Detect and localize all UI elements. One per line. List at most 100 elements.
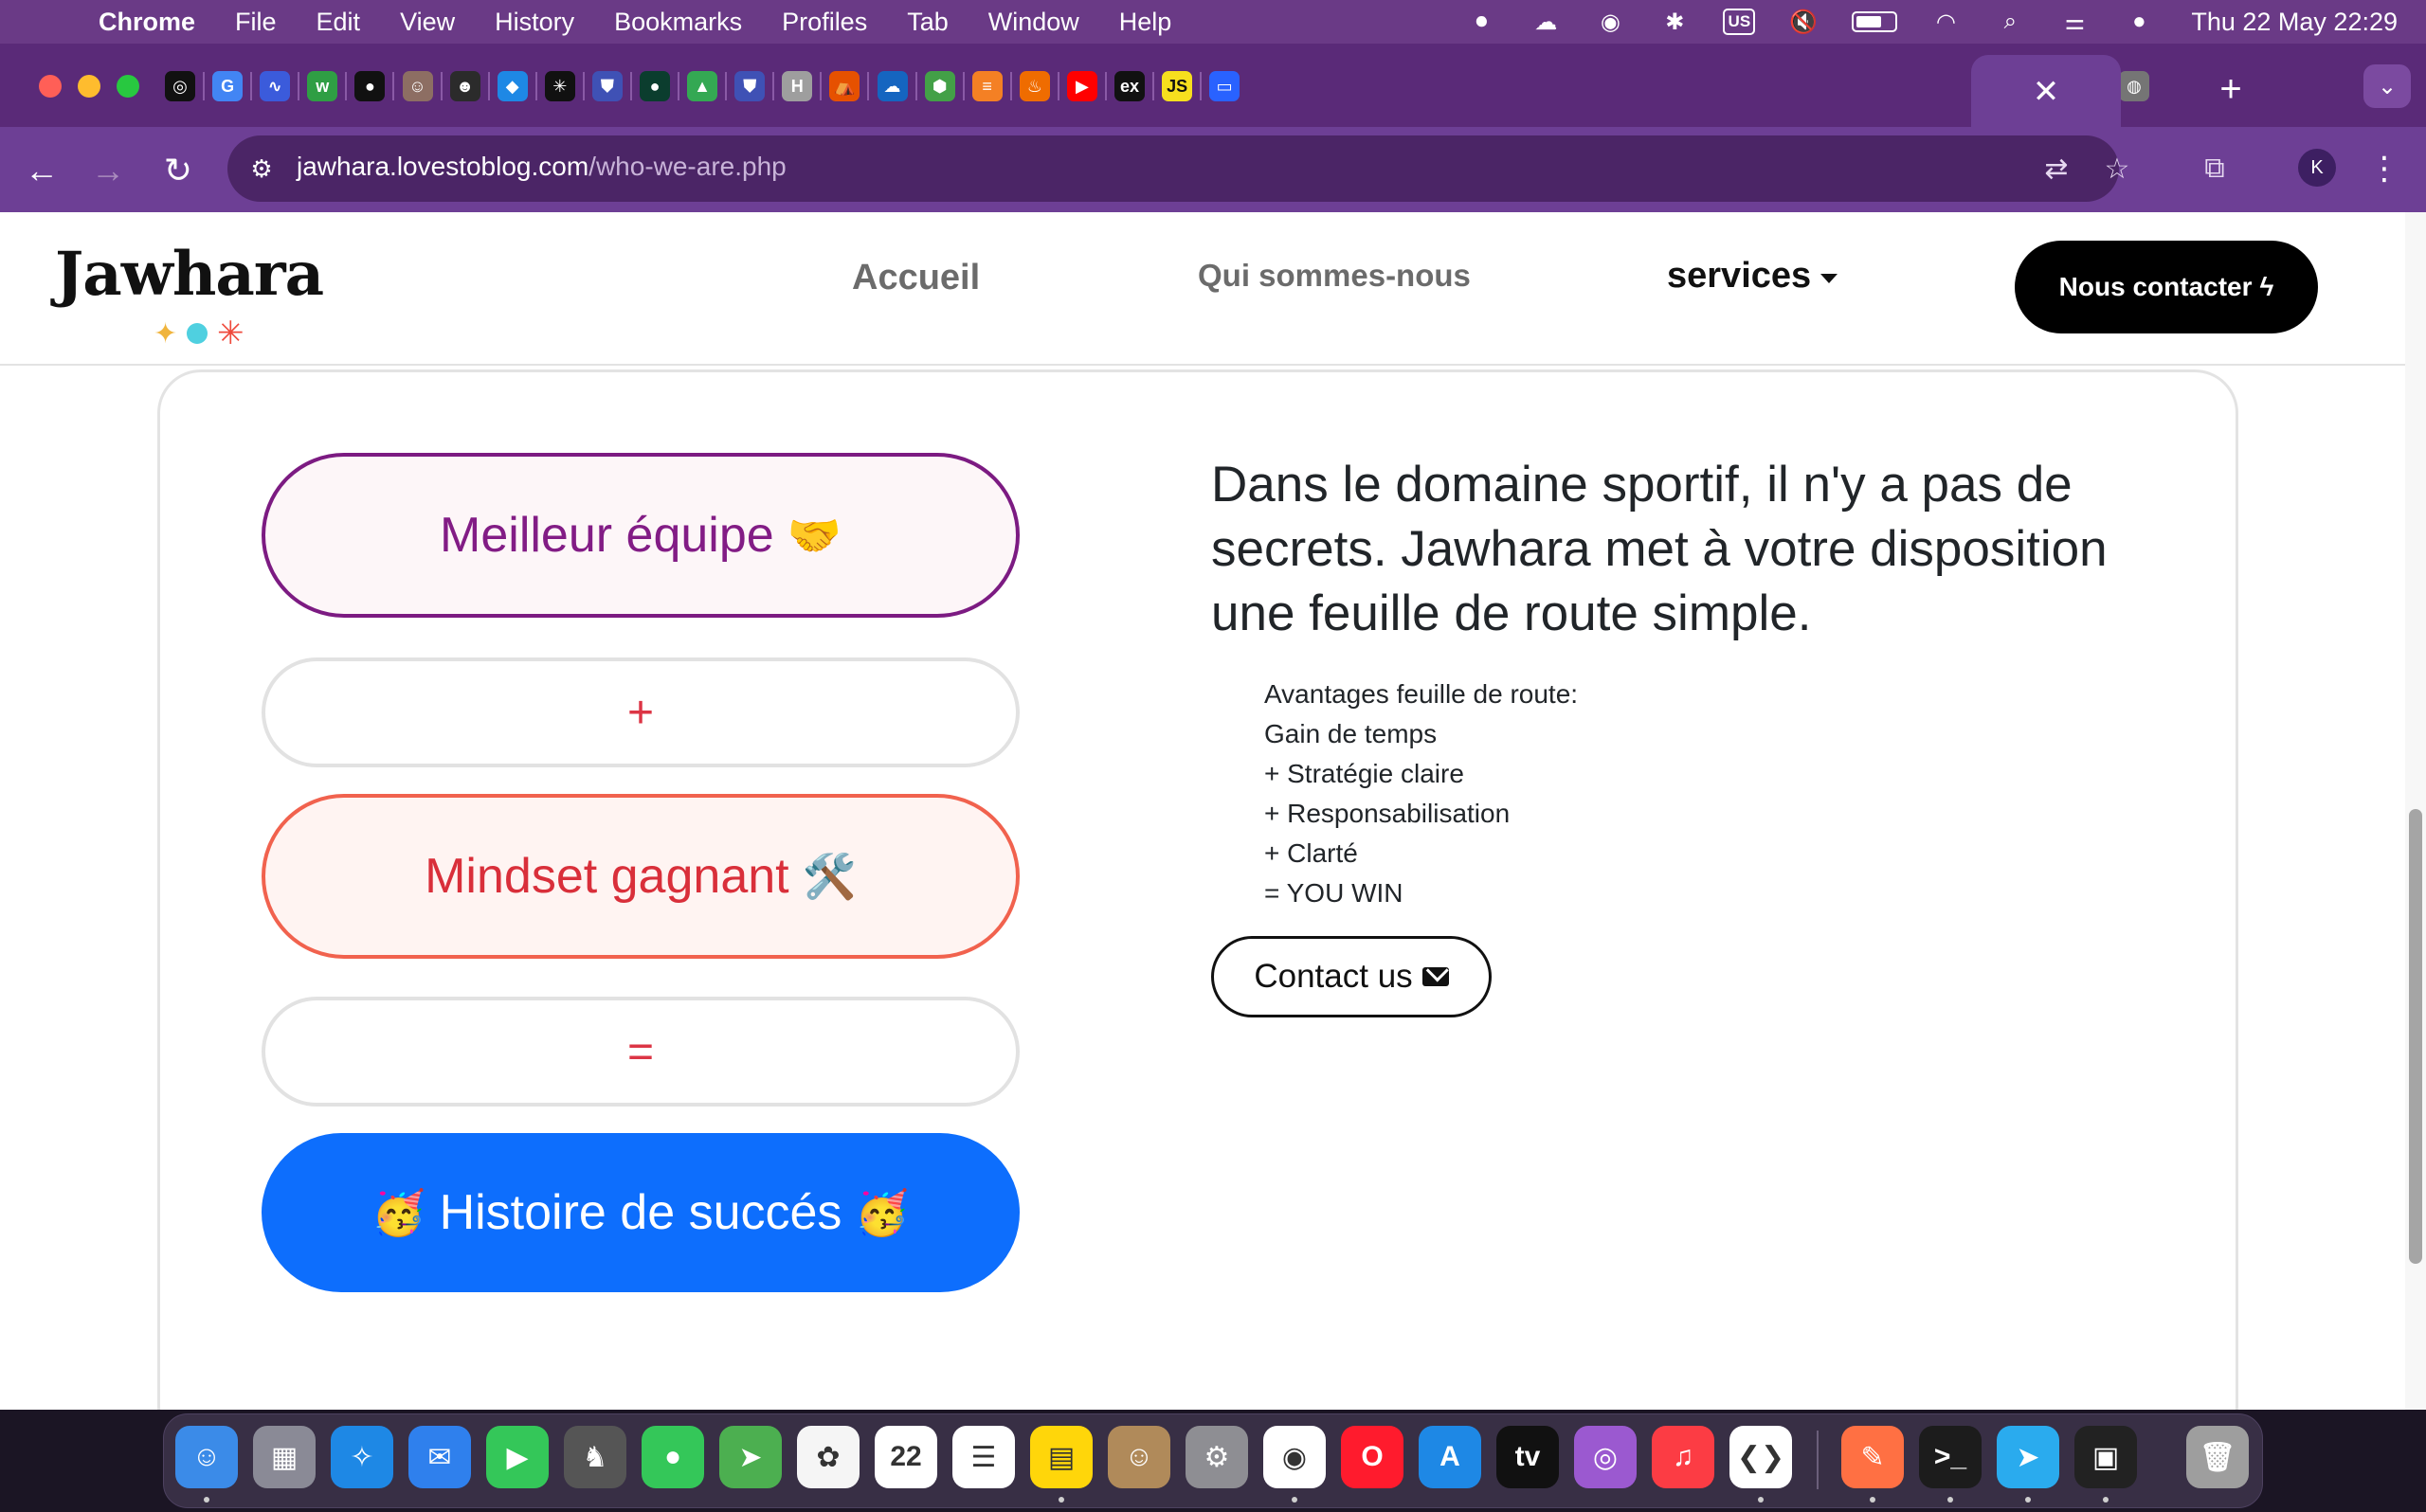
calendar-dock-icon[interactable]: 22 [875, 1426, 937, 1488]
mail-dock-icon[interactable]: ✉ [408, 1426, 471, 1488]
menu-help[interactable]: Help [1119, 8, 1172, 37]
browser-tab[interactable]: ☁ [868, 63, 917, 109]
focus-icon[interactable]: ◉ [1594, 8, 1626, 36]
stop-icon[interactable]: ⏺ [1465, 8, 1497, 36]
reload-button[interactable]: ↻ [155, 148, 201, 193]
apple-tv-dock-icon[interactable]: tv [1496, 1426, 1559, 1488]
menu-history[interactable]: History [495, 8, 574, 37]
menubar-clock[interactable]: Thu 22 May 22:29 [2191, 8, 2398, 37]
translate-icon[interactable]: ⇄ [2037, 150, 2075, 188]
system-settings-dock-icon[interactable]: ⚙ [1186, 1426, 1248, 1488]
browser-tab[interactable]: ≡ [963, 63, 1012, 109]
nav-link-qui-sommes-nous[interactable]: Qui sommes-nous [1198, 258, 1471, 294]
notes-dock-icon[interactable]: ▤ [1030, 1426, 1093, 1488]
nav-dropdown-services[interactable]: services [1667, 256, 1838, 297]
site-logo[interactable]: Jawhara ✦ ✳ [55, 239, 324, 351]
window-zoom-button[interactable] [117, 75, 139, 98]
profile-avatar[interactable]: K [2298, 149, 2336, 187]
control-center-icon[interactable]: ⚌ [2058, 8, 2091, 36]
nav-link-accueil[interactable]: Accueil [852, 258, 980, 298]
scrollbar-thumb[interactable] [2409, 809, 2422, 1264]
opera-dock-icon[interactable]: O [1341, 1426, 1403, 1488]
podcasts-dock-icon[interactable]: ◎ [1574, 1426, 1637, 1488]
browser-tab[interactable]: ▭ [1200, 63, 1249, 109]
reminders-dock-icon[interactable]: ☰ [952, 1426, 1015, 1488]
facetime-dock-icon[interactable]: ▶ [486, 1426, 549, 1488]
window-minimize-button[interactable] [78, 75, 100, 98]
browser-tab[interactable]: JS [1152, 63, 1202, 109]
chess-dock-icon[interactable]: ♞ [564, 1426, 626, 1488]
tab-search-button[interactable]: ⌄ [2363, 64, 2411, 108]
siri-icon[interactable]: ● [2123, 8, 2155, 36]
url-text[interactable]: jawhara.lovestoblog.com/who-we-are.php [297, 152, 787, 182]
close-tab-icon[interactable]: ✕ [2033, 73, 2060, 111]
menu-view[interactable]: View [400, 8, 455, 37]
browser-tab[interactable]: ♨ [1010, 63, 1059, 109]
menu-file[interactable]: File [235, 8, 277, 37]
browser-tab[interactable]: ⛺ [820, 63, 869, 109]
maps-dock-icon[interactable]: ➤ [719, 1426, 782, 1488]
spotlight-icon[interactable]: ⌕ [1994, 8, 2026, 36]
browser-tab[interactable]: ⬢ [915, 63, 965, 109]
input-source-icon[interactable]: US [1723, 9, 1756, 35]
wifi-icon[interactable]: ◠ [1929, 8, 1962, 36]
browser-tab[interactable]: ∿ [250, 63, 299, 109]
browser-tab[interactable]: ▲ [678, 63, 727, 109]
forward-button[interactable]: → [85, 148, 131, 193]
screen-icon: ▭ [1209, 71, 1240, 101]
browser-tab[interactable]: ● [345, 63, 394, 109]
browser-tab[interactable]: ☻ [441, 63, 490, 109]
bluetooth-icon[interactable]: ✱ [1658, 8, 1691, 36]
browser-tab[interactable]: ex [1105, 63, 1154, 109]
photos-dock-icon[interactable]: ✿ [797, 1426, 860, 1488]
site-info-icon[interactable]: ⚙ [244, 152, 279, 186]
browser-tab[interactable]: ⛊ [583, 63, 632, 109]
messages-dock-icon[interactable]: ● [642, 1426, 704, 1488]
app-store-dock-icon[interactable]: A [1419, 1426, 1481, 1488]
music-dock-icon[interactable]: ♫ [1652, 1426, 1714, 1488]
window-close-button[interactable] [39, 75, 62, 98]
browser-tab[interactable]: ☺ [393, 63, 443, 109]
browser-tab[interactable]: ✳ [535, 63, 585, 109]
contact-us-button[interactable]: Contact us [1211, 936, 1492, 1017]
trash-dock-icon[interactable]: 🗑 [2186, 1426, 2249, 1488]
pill-histoire-de-succes[interactable]: 🥳 Histoire de succés 🥳 [262, 1133, 1020, 1292]
terminal-dock-icon[interactable]: >_ [1919, 1426, 1982, 1488]
browser-tab[interactable]: G [203, 63, 252, 109]
menu-edit[interactable]: Edit [317, 8, 361, 37]
finder-dock-icon[interactable]: ☺ [175, 1426, 238, 1488]
cloud-sync-icon[interactable]: ☁ [1530, 8, 1562, 36]
menu-profiles[interactable]: Profiles [782, 8, 867, 37]
nav-contact-button[interactable]: Nous contacter ϟ [2015, 241, 2318, 333]
contacts-dock-icon[interactable]: ☺ [1108, 1426, 1170, 1488]
menu-window[interactable]: Window [988, 8, 1079, 37]
bookmark-star-icon[interactable]: ☆ [2098, 150, 2136, 188]
telegram-dock-icon[interactable]: ➤ [1997, 1426, 2059, 1488]
new-tab-button[interactable]: + [2208, 66, 2254, 112]
draw-dock-icon[interactable]: ✎ [1841, 1426, 1904, 1488]
browser-tab[interactable]: ● [630, 63, 679, 109]
safari-dock-icon[interactable]: ✧ [331, 1426, 393, 1488]
battery-icon[interactable] [1852, 11, 1898, 32]
logo-text: Jawhara [55, 239, 324, 310]
menu-bookmarks[interactable]: Bookmarks [614, 8, 742, 37]
perplexity-icon: ✳ [544, 71, 575, 101]
box-app-dock-icon[interactable]: ▣ [2074, 1426, 2137, 1488]
menu-chrome[interactable]: Chrome [99, 8, 195, 37]
js-icon: JS [1162, 71, 1193, 101]
menu-tab[interactable]: Tab [907, 8, 949, 37]
chrome-dock-icon[interactable]: ◉ [1263, 1426, 1326, 1488]
extensions-icon[interactable]: ⧉ [2196, 150, 2234, 188]
browser-tab[interactable]: ◎ [155, 63, 205, 109]
browser-tab[interactable]: ◆ [488, 63, 537, 109]
browser-tab[interactable]: H [772, 63, 822, 109]
launchpad-dock-icon[interactable]: ▦ [253, 1426, 316, 1488]
vscode-dock-icon[interactable]: ❮❯ [1729, 1426, 1792, 1488]
active-tab[interactable]: ✕ [1971, 55, 2121, 129]
mute-icon[interactable]: 🔇 [1787, 8, 1820, 36]
browser-tab[interactable]: ⛊ [725, 63, 774, 109]
back-button[interactable]: ← [19, 148, 64, 193]
browser-tab[interactable]: w [298, 63, 347, 109]
browser-tab[interactable]: ▶ [1058, 63, 1107, 109]
chrome-menu-icon[interactable]: ⋮ [2367, 148, 2401, 189]
